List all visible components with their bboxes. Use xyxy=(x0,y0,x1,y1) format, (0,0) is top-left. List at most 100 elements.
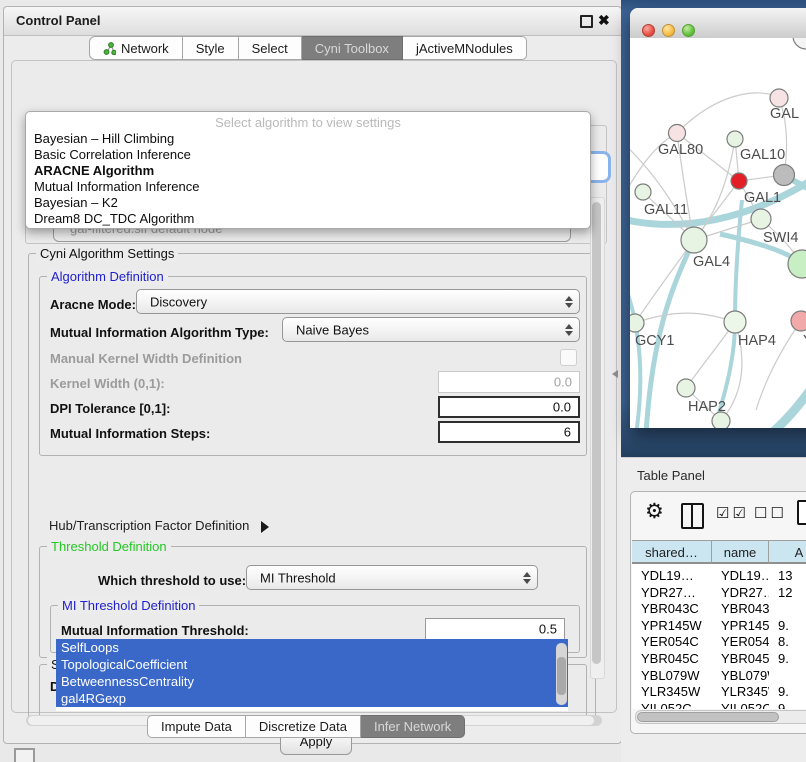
tab-label: jActiveMNodules xyxy=(416,41,513,56)
node-gal1[interactable] xyxy=(751,209,771,229)
node-gcy1[interactable] xyxy=(630,314,644,332)
network-graph: GALGAL80GAL10GAL11GAL1SWI4GAL4GCY1HAP4YH… xyxy=(630,38,806,428)
mi-type-combo[interactable]: Naive Bayes xyxy=(282,317,580,342)
network-window-titlebar[interactable] xyxy=(630,8,806,39)
table-panel: Table Panel ⚙ ☑☑ ☐☐ shared…nameAYDL19…YD… xyxy=(621,457,806,762)
dropdown-item[interactable]: ARACNE Algorithm xyxy=(26,163,590,179)
dropdown-item[interactable]: Dream8 DC_TDC Algorithm xyxy=(26,211,590,227)
dropdown-placeholder: Select algorithm to view settings xyxy=(26,115,590,130)
attribute-table[interactable]: shared…nameA YDL19…YDL19…13YDR27…YDR27…12… xyxy=(632,540,806,709)
node-gal4[interactable] xyxy=(681,227,707,253)
dropdown-item[interactable]: Bayesian – K2 xyxy=(26,195,590,211)
table-cell: YER054C xyxy=(641,633,712,650)
scrollbar-thumb[interactable] xyxy=(592,202,601,664)
node-gal80[interactable] xyxy=(669,125,686,142)
document-icon[interactable] xyxy=(797,500,806,525)
table-cell: YBR043C xyxy=(721,600,769,617)
table-cell: YBR043C xyxy=(641,600,712,617)
table-cell: YPR145W xyxy=(641,617,712,634)
dropdown-item[interactable]: Mutual Information Inference xyxy=(26,179,590,195)
split-panel-icon[interactable] xyxy=(681,503,704,529)
settings-vertical-scrollbar[interactable] xyxy=(590,197,605,679)
table-row[interactable]: YBR045CYBR045C9. xyxy=(632,650,806,667)
mi-steps-label: Mutual Information Steps: xyxy=(50,426,210,441)
node-gal10[interactable] xyxy=(727,131,743,147)
select-columns-icon[interactable]: ☑☑ xyxy=(716,504,749,522)
tab-infer-network[interactable]: Infer Network xyxy=(361,715,465,738)
control-panel-title: Control Panel xyxy=(16,13,101,28)
tab-jactivemnodules[interactable]: jActiveMNodules xyxy=(403,36,527,60)
dropdown-item[interactable]: Bayesian – Hill Climbing xyxy=(26,131,590,147)
gear-icon[interactable]: ⚙ xyxy=(645,499,664,524)
table-row[interactable]: YBL079WYBL079W xyxy=(632,667,806,684)
tab-cyni-toolbox[interactable]: Cyni Toolbox xyxy=(302,36,403,60)
tab-select[interactable]: Select xyxy=(239,36,302,60)
table-row[interactable]: YER054CYER054C8. xyxy=(632,633,806,650)
table-cell: YIL052C xyxy=(641,700,712,709)
table-cell: YPR145W xyxy=(721,617,769,634)
node[interactable] xyxy=(793,38,806,49)
tab-network[interactable]: Network xyxy=(89,36,183,60)
network-edge xyxy=(677,93,779,133)
table-row[interactable]: YLR345WYLR345W9. xyxy=(632,683,806,700)
aracne-mode-combo[interactable]: Discovery xyxy=(136,289,580,314)
table-cell: YIL052C xyxy=(721,700,769,709)
float-window-icon[interactable] xyxy=(580,15,593,28)
grip-icon[interactable] xyxy=(14,748,35,762)
node-gal11[interactable] xyxy=(635,184,651,200)
network-icon xyxy=(103,42,116,55)
mi-threshold-field[interactable]: 0.5 xyxy=(425,618,565,640)
stepper-icon[interactable] xyxy=(522,572,531,584)
dropdown-item[interactable]: Basic Correlation Inference xyxy=(26,147,590,163)
column-header[interactable]: shared… xyxy=(632,541,712,564)
node-gal[interactable] xyxy=(770,89,788,107)
settings-scroll-region: Cyni Algorithm Settings Algorithm Defini… xyxy=(22,193,612,679)
deselect-columns-icon[interactable]: ☐☐ xyxy=(754,504,787,522)
data-attributes-list[interactable]: SelfLoopsTopologicalCoefficientBetweenne… xyxy=(56,639,568,711)
stepper-icon[interactable] xyxy=(564,296,573,308)
threshold-definition-legend: Threshold Definition xyxy=(47,539,171,554)
hub-definition-toggle[interactable]: Hub/Transcription Factor Definition xyxy=(49,518,269,533)
tab-discretize-data[interactable]: Discretize Data xyxy=(246,715,361,738)
table-row[interactable]: YDR27…YDR27…12 xyxy=(632,584,806,601)
tab-label: Infer Network xyxy=(374,719,451,734)
which-threshold-combo[interactable]: MI Threshold xyxy=(246,565,538,590)
attribute-list-item[interactable]: SelfLoops xyxy=(56,639,568,656)
node-hap2[interactable] xyxy=(677,379,695,397)
dpi-tolerance-value: 0.0 xyxy=(553,400,571,415)
table-cell: YLR345W xyxy=(641,683,712,700)
dpi-tolerance-field[interactable]: 0.0 xyxy=(438,396,580,418)
mi-steps-field[interactable]: 6 xyxy=(438,421,580,443)
scrollbar-thumb[interactable] xyxy=(557,657,566,695)
window-zoom-button[interactable] xyxy=(682,24,695,37)
window-minimize-button[interactable] xyxy=(662,24,675,37)
kernel-width-field[interactable]: 0.0 xyxy=(438,371,580,393)
close-icon[interactable]: ✖ xyxy=(598,12,610,29)
tab-style[interactable]: Style xyxy=(183,36,239,60)
table-row[interactable]: YDL19…YDL19…13 xyxy=(632,567,806,584)
network-canvas[interactable]: GALGAL80GAL10GAL11GAL1SWI4GAL4GCY1HAP4YH… xyxy=(630,38,806,428)
column-header[interactable]: A xyxy=(769,541,806,564)
table-cell: 13 xyxy=(778,567,806,584)
node-hap4[interactable] xyxy=(724,311,746,333)
table-row[interactable]: YIL052CYIL052C9 xyxy=(632,700,806,709)
splitter-arrow-icon[interactable] xyxy=(612,370,618,378)
attribute-list-item[interactable]: BetweennessCentrality xyxy=(56,673,568,690)
table-row[interactable]: YBR043C YBR043C xyxy=(632,600,806,617)
node[interactable] xyxy=(712,412,730,428)
column-header[interactable]: name xyxy=(712,541,769,564)
scrollbar-thumb[interactable] xyxy=(637,712,779,722)
node-y[interactable] xyxy=(791,311,806,331)
node[interactable] xyxy=(731,173,747,189)
attribute-list-item[interactable]: TopologicalCoefficient xyxy=(56,656,568,673)
manual-kernel-checkbox[interactable] xyxy=(560,349,577,366)
table-cell: YBR045C xyxy=(721,650,769,667)
node[interactable] xyxy=(774,165,795,186)
list-vertical-scrollbar[interactable] xyxy=(556,643,567,705)
table-row[interactable]: YPR145WYPR145W9. xyxy=(632,617,806,634)
window-close-button[interactable] xyxy=(642,24,655,37)
table-horizontal-scrollbar[interactable] xyxy=(635,710,806,724)
stepper-icon[interactable] xyxy=(564,324,573,336)
tab-impute-data[interactable]: Impute Data xyxy=(147,715,246,738)
attribute-list-item[interactable]: gal4RGexp xyxy=(56,690,568,707)
